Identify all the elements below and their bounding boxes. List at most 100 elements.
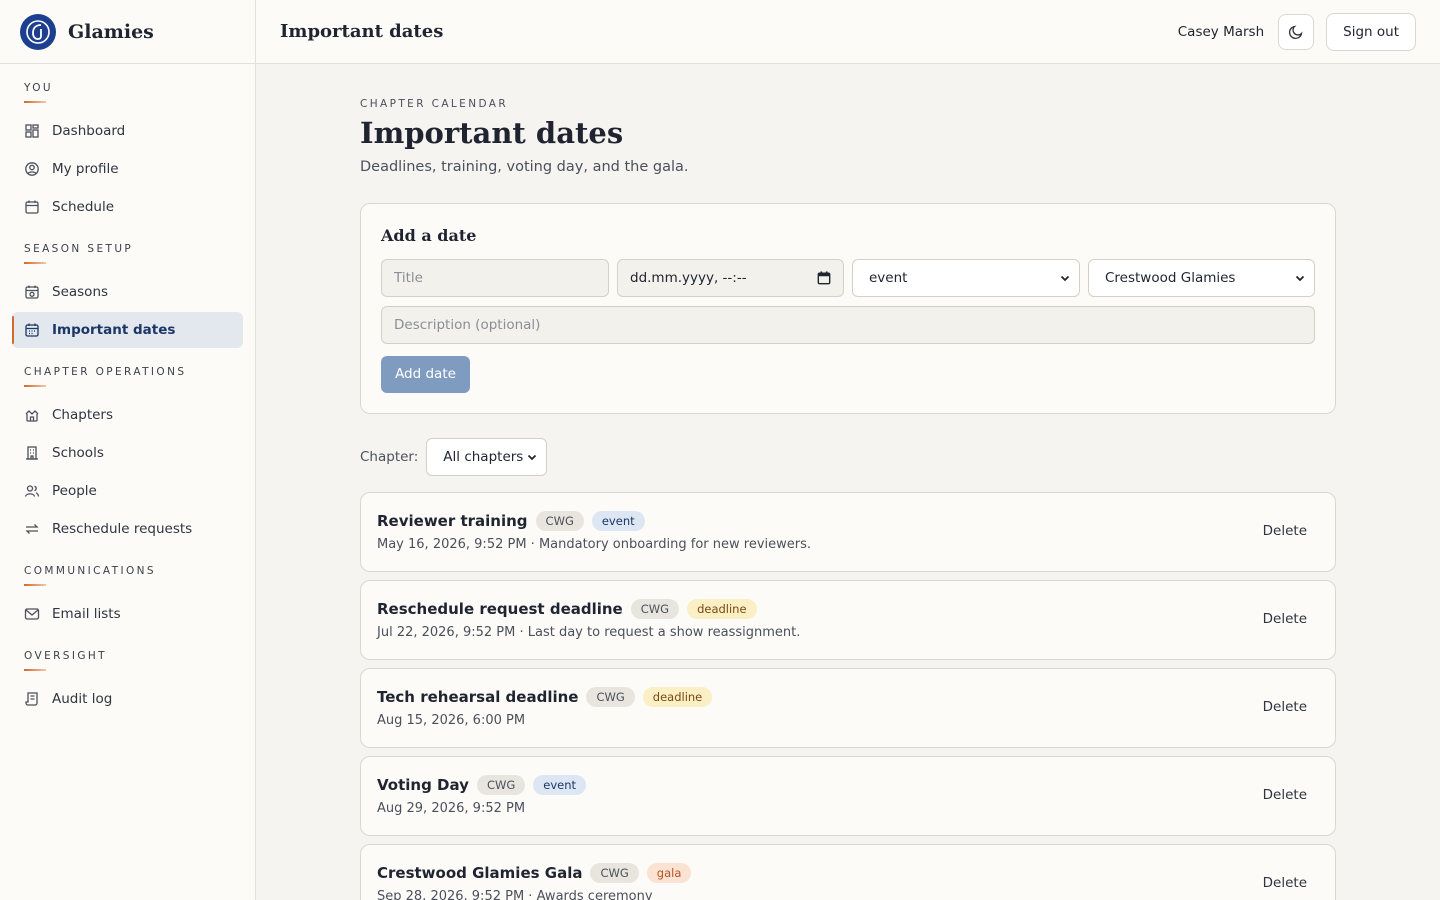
section-label: YOU <box>24 82 53 94</box>
section-rule <box>24 262 46 264</box>
logo-icon <box>20 13 56 50</box>
datetime-input[interactable]: dd.mm.yyyy, --:-- <box>617 258 844 297</box>
date-row-header: Tech rehearsal deadline CWG deadline <box>377 686 1319 707</box>
calendar-icon <box>25 323 39 337</box>
page-subtitle: Deadlines, training, voting day, and the… <box>360 158 689 175</box>
sidebar-item-people[interactable]: People <box>12 473 243 509</box>
chevron-down-icon <box>1295 275 1305 282</box>
sidebar-item-label: Dashboard <box>52 123 126 139</box>
date-row-header: Reschedule request deadline CWG deadline <box>377 598 1319 619</box>
chapters-icon <box>25 410 39 422</box>
page-eyebrow: CHAPTER CALENDAR <box>360 98 509 110</box>
type-select[interactable]: event <box>852 258 1080 297</box>
section-rule <box>24 101 46 103</box>
school-icon <box>26 446 38 460</box>
chapter-select-value: Crestwood Glamies <box>1105 269 1236 286</box>
top-header: Important dates Casey Marsh Sign out <box>256 0 1440 64</box>
date-title: Voting Day <box>377 775 469 794</box>
calendar-clock-icon <box>25 285 39 299</box>
date-row: Voting Day CWG event Aug 29, 2026, 9:52 … <box>360 755 1336 836</box>
sidebar-item-label: My profile <box>52 161 119 177</box>
section-rule <box>24 385 46 387</box>
user-name: Casey Marsh <box>1177 23 1265 40</box>
title-input[interactable]: Title <box>381 258 609 297</box>
sidebar-item-label: Schools <box>52 445 104 461</box>
date-row: Reschedule request deadline CWG deadline… <box>360 579 1336 660</box>
section-label: CHAPTER OPERATIONS <box>24 366 187 378</box>
description-input[interactable]: Description (optional) <box>381 305 1315 344</box>
sidebar-item-schools[interactable]: Schools <box>12 435 243 471</box>
calendar-picker-icon[interactable] <box>817 271 831 285</box>
chapter-filter-value: All chapters <box>443 448 524 465</box>
nav-section-chapter-operations: CHAPTER OPERATIONS Chapters Schools Peop… <box>0 366 255 547</box>
nav-section-oversight: OVERSIGHT Audit log <box>0 650 255 717</box>
chapter-code-badge: CWG <box>630 598 680 619</box>
nav-section-communications: COMMUNICATIONS Email lists <box>0 565 255 632</box>
sidebar-item-email-lists[interactable]: Email lists <box>12 596 243 632</box>
sidebar-item-my-profile[interactable]: My profile <box>12 151 243 187</box>
type-badge: event <box>533 774 587 795</box>
section-label: OVERSIGHT <box>24 650 108 662</box>
delete-button[interactable]: Delete <box>1263 611 1307 627</box>
chapter-filter-select[interactable]: All chapters <box>426 437 548 476</box>
section-label: SEASON SETUP <box>24 243 134 255</box>
people-icon <box>24 485 40 497</box>
sidebar-item-schedule[interactable]: Schedule <box>12 189 243 225</box>
date-details: May 16, 2026, 9:52 PM · Mandatory onboar… <box>377 536 812 552</box>
sidebar-item-chapters[interactable]: Chapters <box>12 397 243 433</box>
sidebar-item-label: People <box>52 483 97 499</box>
page-title: Important dates <box>360 116 624 150</box>
chapter-select[interactable]: Crestwood Glamies <box>1088 258 1315 297</box>
main-content: CHAPTER CALENDAR Important dates Deadlin… <box>360 64 1336 900</box>
chapter-code-badge: CWG <box>586 686 635 707</box>
description-placeholder: Description (optional) <box>394 316 541 333</box>
section-rule <box>24 669 46 671</box>
add-date-button[interactable]: Add date <box>381 355 470 393</box>
delete-button[interactable]: Delete <box>1263 875 1307 891</box>
delete-button[interactable]: Delete <box>1263 787 1307 803</box>
header-actions: Casey Marsh Sign out <box>1177 12 1416 51</box>
title-placeholder: Title <box>394 269 423 286</box>
sidebar-item-important-dates[interactable]: Important dates <box>12 312 243 348</box>
date-row-header: Reviewer training CWG event <box>377 510 1319 531</box>
mail-icon <box>24 608 40 620</box>
scroll-icon <box>25 692 38 706</box>
date-details: Aug 29, 2026, 9:52 PM <box>377 800 526 816</box>
section-rule <box>24 584 46 586</box>
delete-button[interactable]: Delete <box>1263 699 1307 715</box>
date-title: Crestwood Glamies Gala <box>377 863 583 882</box>
brand[interactable]: Glamies <box>0 0 255 64</box>
chapter-code-badge: CWG <box>535 510 584 531</box>
sidebar-item-label: Email lists <box>52 606 121 622</box>
delete-button[interactable]: Delete <box>1263 523 1307 539</box>
chevron-down-icon <box>1060 275 1070 282</box>
chevron-down-icon <box>528 454 537 461</box>
chapter-filter: Chapter: All chapters <box>360 437 1336 476</box>
sidebar-item-label: Important dates <box>52 322 176 338</box>
header-title: Important dates <box>280 21 444 42</box>
sidebar: Glamies YOU Dashboard My profile Schedul… <box>0 0 256 900</box>
type-badge: deadline <box>642 686 713 707</box>
type-badge: deadline <box>687 598 757 619</box>
date-row: Crestwood Glamies Gala CWG gala Sep 28, … <box>360 843 1336 900</box>
dates-list: Reviewer training CWG event May 16, 2026… <box>360 491 1336 900</box>
sidebar-item-seasons[interactable]: Seasons <box>12 274 243 310</box>
sidebar-item-audit-log[interactable]: Audit log <box>12 681 243 717</box>
datetime-placeholder: dd.mm.yyyy, --:-- <box>630 269 747 286</box>
date-row-header: Crestwood Glamies Gala CWG gala <box>377 862 1319 883</box>
sidebar-item-label: Chapters <box>52 407 114 423</box>
sidebar-item-dashboard[interactable]: Dashboard <box>12 113 243 149</box>
date-row-header: Voting Day CWG event <box>377 774 1319 795</box>
chapter-code-badge: CWG <box>476 774 526 795</box>
type-badge: event <box>591 510 645 531</box>
sidebar-item-reschedule-requests[interactable]: Reschedule requests <box>12 511 243 547</box>
date-details: Sep 28, 2026, 9:52 PM · Awards ceremony <box>377 888 653 900</box>
date-row: Reviewer training CWG event May 16, 2026… <box>360 491 1336 572</box>
add-date-card: Add a date Title dd.mm.yyyy, --:-- event… <box>360 202 1336 414</box>
sign-out-button[interactable]: Sign out <box>1326 12 1416 51</box>
sidebar-item-label: Reschedule requests <box>52 521 193 537</box>
date-details: Aug 15, 2026, 6:00 PM <box>377 712 526 728</box>
swap-icon <box>25 524 39 534</box>
date-title: Reviewer training <box>377 511 528 530</box>
theme-toggle-button[interactable] <box>1278 13 1315 50</box>
